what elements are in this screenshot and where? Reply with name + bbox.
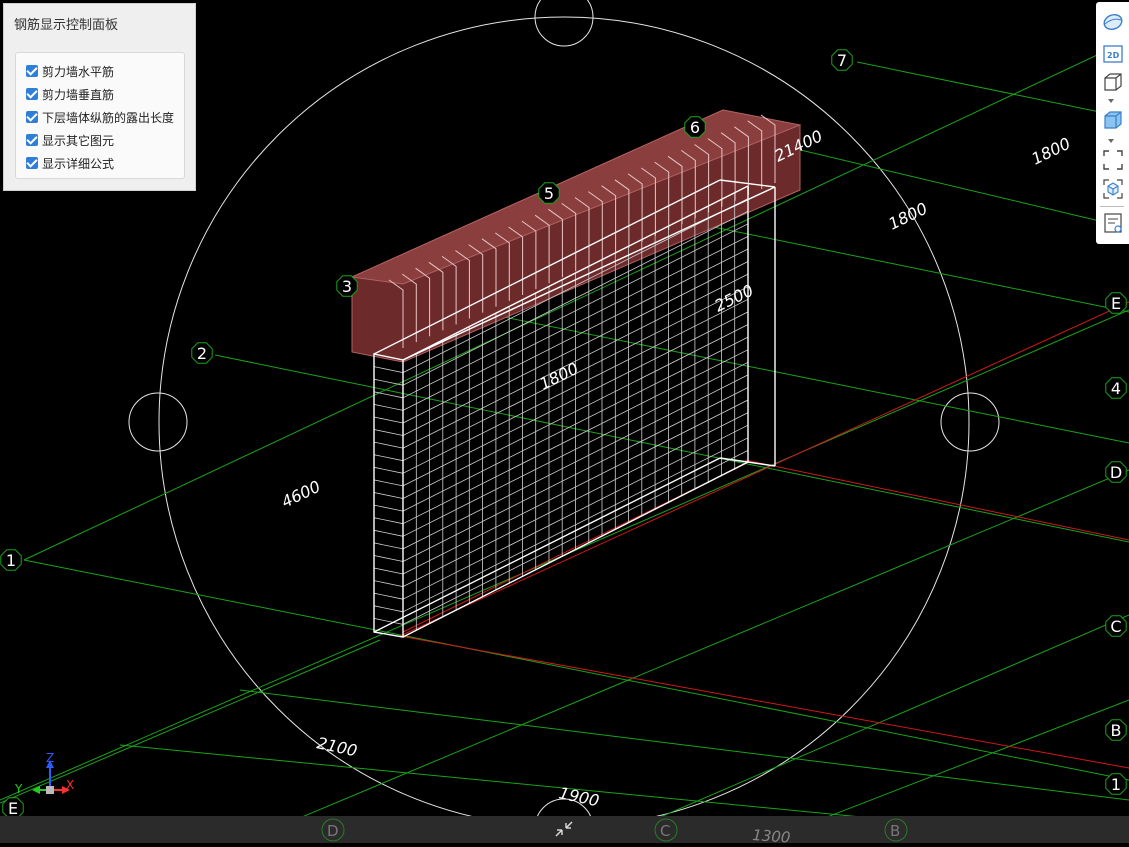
dimension-label: 1800 — [1028, 134, 1073, 169]
orbit-handle-left — [128, 392, 188, 452]
axis-bubble-1: 1 — [0, 549, 22, 571]
svg-text:E: E — [1111, 294, 1121, 313]
dimension-label: 1800 — [536, 359, 581, 394]
option-wall-vertical-rebar[interactable]: 剪力墙垂直筋 — [26, 85, 114, 103]
axis-bubble-d: D — [1105, 461, 1127, 483]
checkbox-checked-icon[interactable] — [26, 157, 38, 169]
axis-bubble-2: 2 — [191, 342, 213, 364]
checkbox-checked-icon[interactable] — [26, 88, 38, 100]
2d-view-button[interactable]: 2D — [1099, 42, 1126, 66]
svg-text:2: 2 — [197, 344, 207, 363]
svg-text:3: 3 — [342, 277, 352, 296]
coordinate-triad-icon: Z Y X — [14, 751, 74, 796]
orbit-circle — [158, 16, 970, 828]
triad-x-label: X — [66, 778, 74, 792]
axis-bubble-6: 6 — [684, 116, 706, 138]
status-bar: D C B 1300 — [0, 816, 1129, 847]
dimension-label: 4600 — [278, 477, 323, 512]
caret-down-icon[interactable] — [1108, 139, 1114, 143]
option-show-other-elements[interactable]: 显示其它图元 — [26, 131, 114, 149]
properties-list-icon — [1103, 213, 1122, 233]
dim-label-1300: 1300 — [752, 826, 791, 843]
fit-frame-icon — [1102, 150, 1123, 170]
collapse-icon — [555, 821, 573, 837]
3d-box-button[interactable] — [1099, 70, 1126, 94]
checkbox-checked-icon[interactable] — [26, 65, 38, 77]
option-lower-wall-longitudinal-exposure[interactable]: 下层墙体纵筋的露出长度 — [26, 108, 174, 126]
svg-text:C: C — [1110, 617, 1121, 636]
option-label: 剪力墙垂直筋 — [42, 87, 115, 102]
option-label: 显示详细公式 — [42, 156, 115, 171]
caret-down-icon[interactable] — [1108, 99, 1114, 103]
svg-text:2D: 2D — [1107, 51, 1120, 60]
axis-bubble-e: E — [1105, 292, 1127, 314]
dimension-label: 2500 — [711, 281, 756, 316]
panel-options-box: 剪力墙水平筋 剪力墙垂直筋 下层墙体纵筋的露出长度 显示其它图元 显示详细公式 — [15, 52, 185, 179]
axis-bubble-1: 1 — [1105, 773, 1127, 795]
option-label: 显示其它图元 — [42, 133, 115, 148]
svg-text:6: 6 — [690, 118, 700, 137]
3d-box-filled-icon — [1103, 111, 1122, 129]
bottom-label-b: B — [890, 822, 900, 840]
axis-bubble-5: 5 — [538, 182, 560, 204]
checkbox-checked-icon[interactable] — [26, 111, 38, 123]
dimension-label: 1900 — [557, 783, 601, 810]
bottom-label-c: C — [660, 822, 670, 840]
toolbar-separator — [1100, 206, 1124, 207]
cube-view-icon — [1102, 179, 1123, 199]
svg-text:1: 1 — [6, 551, 16, 570]
view-toolbar: 2D — [1096, 2, 1129, 244]
ellipse-view-icon — [1103, 14, 1122, 30]
panel-title: 钢筋显示控制面板 — [14, 18, 119, 33]
orbit-handle-top — [534, 0, 594, 47]
checkbox-checked-icon[interactable] — [26, 134, 38, 146]
status-bar-overlay: D C B 1300 — [321, 818, 908, 847]
orbit-handle-right — [940, 392, 1000, 452]
properties-list-button[interactable] — [1099, 211, 1126, 235]
rebar-display-control-panel: 钢筋显示控制面板 剪力墙水平筋 剪力墙垂直筋 下层墙体纵筋的露出长度 显示其它图… — [3, 3, 196, 191]
dimension-label: 2100 — [315, 733, 359, 760]
axis-bubble-3: 3 — [336, 275, 358, 297]
axis-bubble-4: 4 — [1105, 377, 1127, 399]
svg-text:5: 5 — [544, 184, 554, 203]
svg-text:7: 7 — [837, 51, 847, 70]
option-label: 剪力墙水平筋 — [42, 64, 115, 79]
bottom-label-d: D — [327, 822, 339, 840]
axis-bubble-7: 7 — [831, 49, 853, 71]
ellipse-view-button[interactable] — [1099, 10, 1126, 34]
option-wall-horizontal-rebar[interactable]: 剪力墙水平筋 — [26, 62, 114, 80]
dimension-label: 1800 — [885, 199, 930, 234]
3d-box-icon — [1103, 73, 1122, 91]
3d-box-filled-button[interactable] — [1099, 108, 1126, 132]
cube-view-button[interactable] — [1099, 177, 1126, 201]
triad-y-label: Y — [14, 782, 23, 796]
svg-text:4: 4 — [1111, 379, 1121, 398]
svg-text:B: B — [1111, 721, 1122, 740]
svg-text:1: 1 — [1111, 775, 1121, 794]
fit-frame-button[interactable] — [1099, 148, 1126, 172]
option-label: 下层墙体纵筋的露出长度 — [42, 110, 175, 125]
svg-text:D: D — [1110, 463, 1122, 482]
triad-z-label: Z — [46, 751, 54, 765]
2d-view-icon: 2D — [1102, 45, 1123, 63]
option-show-detailed-formula[interactable]: 显示详细公式 — [26, 154, 114, 172]
axis-bubble-c: C — [1105, 615, 1127, 637]
axis-bubble-b: B — [1105, 719, 1127, 741]
